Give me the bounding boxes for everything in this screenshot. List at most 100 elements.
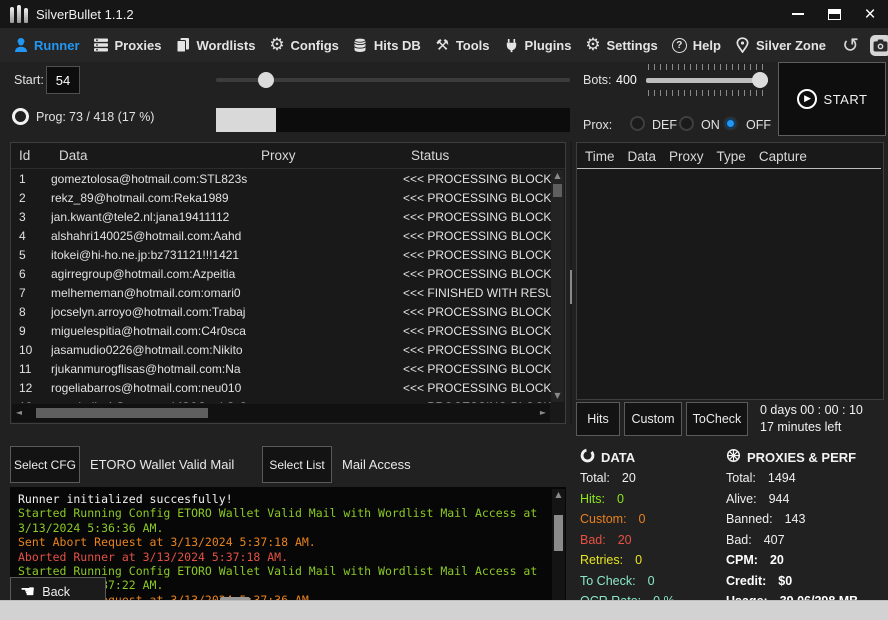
table-row[interactable]: 6agirregroup@hotmail.com:Azpeitia<<< PRO… xyxy=(11,264,551,283)
scroll-left-icon[interactable]: ◄ xyxy=(12,404,26,422)
col-proxy: Proxy xyxy=(261,148,411,163)
tocheck-tab-button[interactable]: ToCheck xyxy=(686,402,748,436)
table-cell: <<< PROCESSING BLOCK xyxy=(403,343,551,357)
runner-table-vscrollbar[interactable]: ▲ ▼ xyxy=(551,170,564,402)
stat-value: 944 xyxy=(769,492,790,506)
scroll-right-icon[interactable]: ► xyxy=(536,404,550,422)
col-data: Data xyxy=(628,149,657,164)
minimize-button[interactable] xyxy=(780,0,816,28)
table-cell: 11 xyxy=(19,362,51,376)
bots-label: Bots: xyxy=(583,73,612,87)
stat-value: 0 xyxy=(648,574,655,588)
col-type: Type xyxy=(717,149,746,164)
stat-row: Bad:20 xyxy=(580,530,722,551)
table-cell: agirregroup@hotmail.com:Azpeitia xyxy=(51,267,253,281)
start-button[interactable]: ▶ START xyxy=(778,62,886,136)
window-title: SilverBullet 1.1.2 xyxy=(36,7,134,22)
table-cell: <<< PROCESSING BLOCK xyxy=(403,267,551,281)
vscroll-thumb[interactable] xyxy=(553,184,562,197)
table-row[interactable]: 4alshahri140025@hotmail.com:Aahd<<< PROC… xyxy=(11,226,551,245)
table-cell: <<< PROCESSING BLOCK xyxy=(403,191,551,205)
hits-tab-button[interactable]: Hits xyxy=(576,402,620,436)
slider-thumb[interactable] xyxy=(258,72,274,88)
col-status: Status xyxy=(411,148,565,163)
stat-row: CPM:20 xyxy=(726,550,884,571)
app-logo-icon xyxy=(10,5,28,23)
table-cell: 3 xyxy=(19,210,51,224)
log-line: 3/13/2024 5:36:36 AM. xyxy=(18,521,558,535)
runner-table-hscrollbar[interactable]: ◄ ► xyxy=(12,404,550,422)
nav-silverzone[interactable]: Silver Zone xyxy=(734,37,826,54)
close-button[interactable]: × xyxy=(852,0,888,28)
configs-gear-icon: ⚙ xyxy=(268,37,285,54)
table-row[interactable]: 1gomeztolosa@hotmail.com:STL823s<<< PROC… xyxy=(11,169,551,188)
log-line: Sent Abort Request at 3/13/2024 5:37:18 … xyxy=(18,535,558,549)
select-cfg-button[interactable]: Select CFG xyxy=(10,446,80,483)
table-row[interactable]: 9miguelespitia@hotmail.com:C4r0sca<<< PR… xyxy=(11,321,551,340)
silverzone-pin-icon xyxy=(734,37,751,54)
bottom-strip xyxy=(0,600,888,620)
data-stats-title: DATA xyxy=(601,450,635,465)
panel-splitter[interactable] xyxy=(570,142,572,424)
table-row[interactable]: 7melhememan@hotmail.com:omari0<<< FINISH… xyxy=(11,283,551,302)
scroll-up-icon[interactable]: ▲ xyxy=(552,489,565,501)
app-window: SilverBullet 1.1.2 × Runner Proxies Word… xyxy=(0,0,888,620)
nav-runner[interactable]: Runner xyxy=(12,37,80,54)
nav-hitsdb[interactable]: Hits DB xyxy=(352,37,421,54)
table-cell: 13 xyxy=(19,400,51,404)
table-row[interactable]: 2rekz_89@hotmail.com:Reka1989<<< PROCESS… xyxy=(11,188,551,207)
bots-slider[interactable] xyxy=(646,72,768,88)
table-cell: rogeliabarros@hotmail.com:neu010 xyxy=(51,381,253,395)
scroll-down-icon[interactable]: ▼ xyxy=(551,390,564,402)
table-row[interactable]: 8jocselyn.arroyo@hotmail.com:Trabaj<<< P… xyxy=(11,302,551,321)
table-cell: <<< PROCESSING BLOCK xyxy=(403,248,551,262)
play-icon: ▶ xyxy=(797,89,817,109)
table-cell: peterbullet1@gazeta.pl:fO9GpphSrC xyxy=(51,400,253,404)
hscroll-thumb[interactable] xyxy=(36,408,208,418)
prox-def-radio[interactable] xyxy=(630,116,645,131)
proxies-stats-panel: PROXIES & PERF Total:1494Alive:944Banned… xyxy=(726,446,884,612)
help-question-icon: ? xyxy=(671,37,688,54)
table-row[interactable]: 11rjukanmurogflisas@hotmail.com:Na <<< PR… xyxy=(11,359,551,378)
table-row[interactable]: 12rogeliabarros@hotmail.com:neu010<<< PR… xyxy=(11,378,551,397)
data-stats-rows: Total:20Hits:0Custom:0Bad:20Retries:0To … xyxy=(580,468,722,612)
table-cell: <<< PROCESSING BLOCK xyxy=(403,362,551,376)
maximize-button[interactable] xyxy=(816,0,852,28)
nav-tools[interactable]: ⚒ Tools xyxy=(434,37,490,54)
nav-help[interactable]: ? Help xyxy=(671,37,721,54)
table-row[interactable]: 3jan.kwant@tele2.nl:jana19411112<<< PROC… xyxy=(11,207,551,226)
history-button[interactable]: ↺ xyxy=(839,34,862,57)
vscroll-thumb[interactable] xyxy=(554,515,563,551)
nav-plugins[interactable]: Plugins xyxy=(503,37,572,54)
start-position-slider[interactable] xyxy=(216,72,570,88)
screenshot-button[interactable] xyxy=(869,34,888,57)
nav-proxies[interactable]: Proxies xyxy=(93,37,162,54)
stat-row: Hits:0 xyxy=(580,489,722,510)
prog-value: 73 / 418 (17 %) xyxy=(69,110,154,124)
start-input[interactable] xyxy=(46,66,80,94)
nav-settings[interactable]: ⚙ Settings xyxy=(584,37,657,54)
select-list-button[interactable]: Select List xyxy=(262,446,332,483)
col-id: Id xyxy=(19,148,59,163)
stat-row: Custom:0 xyxy=(580,509,722,530)
custom-tab-button[interactable]: Custom xyxy=(624,402,682,436)
nav-configs[interactable]: ⚙ Configs xyxy=(268,37,338,54)
stat-label: To Check: xyxy=(580,574,636,588)
splitter-grip[interactable] xyxy=(570,270,572,304)
scroll-up-icon[interactable]: ▲ xyxy=(551,170,564,182)
table-cell: jan.kwant@tele2.nl:jana19411112 xyxy=(51,210,253,224)
stat-label: Retries: xyxy=(580,553,623,567)
table-row[interactable]: 5itokei@hi-ho.ne.jp:bz731121!!!1421<<< P… xyxy=(11,245,551,264)
table-row[interactable]: 10jasamudio0226@hotmail.com:Nikito<<< PR… xyxy=(11,340,551,359)
prox-off-radio[interactable] xyxy=(723,116,738,131)
log-line: Aborted Runner at 3/13/2024 5:37:18 AM. xyxy=(18,550,558,564)
proxies-wheel-icon xyxy=(726,448,741,466)
stat-label: Bad: xyxy=(726,533,752,547)
table-cell: rjukanmurogflisas@hotmail.com:Na xyxy=(51,362,253,376)
nav-wordlists[interactable]: Wordlists xyxy=(174,37,255,54)
prox-on-radio[interactable] xyxy=(679,116,694,131)
table-cell: <<< PROCESSING BLOCK xyxy=(403,324,551,338)
tools-icon: ⚒ xyxy=(434,37,451,54)
table-row[interactable]: 13peterbullet1@gazeta.pl:fO9GpphSrC<<< P… xyxy=(11,397,551,403)
slider-thumb[interactable] xyxy=(752,72,768,88)
